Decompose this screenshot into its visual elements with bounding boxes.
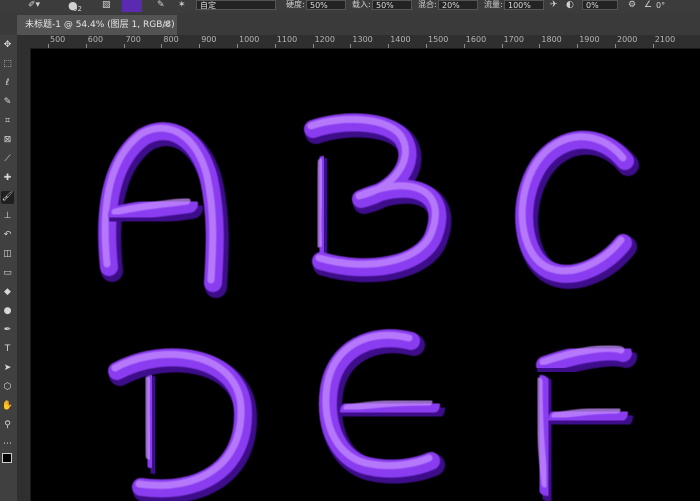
brush-tool-icon[interactable]: 🖌 xyxy=(1,191,14,204)
ruler-tick-label: 1100 xyxy=(276,35,298,44)
ruler-tick-mark xyxy=(539,44,541,48)
ruler-tick-mark xyxy=(237,44,238,48)
frame-tool-icon[interactable]: ⊠ xyxy=(1,134,14,147)
mix-field[interactable]: 20% xyxy=(438,0,478,10)
ruler-tick-label: 600 xyxy=(87,35,104,44)
toolbar: ✥ ⬚ ℓ ✎ ⌗ ⊠ ⟋ ✚ 🖌 ⊥ ↶ ◫ ▭ ◆ ● ✒ T ➤ ⬡ ✋ ⚲ ⋯ xyxy=(0,35,18,501)
pen-tool-icon[interactable]: ✒ xyxy=(1,324,14,337)
ruler-tick-label: 2100 xyxy=(654,35,676,44)
blur-tool-icon[interactable]: ◆ xyxy=(1,286,14,299)
ruler-tick-mark xyxy=(463,44,465,48)
ruler-tick-label: 900 xyxy=(201,35,217,44)
ruler-tick-label: 700 xyxy=(125,35,141,44)
foreground-color-swatch[interactable] xyxy=(2,453,12,463)
move-tool-icon[interactable]: ✥ xyxy=(1,39,14,52)
document-tab-bar: 未标题-1 @ 54.4% (图层 1, RGB/8) * × xyxy=(0,13,700,50)
flow-field[interactable]: 100% xyxy=(504,0,544,10)
letter-c-stroke xyxy=(515,130,639,289)
preset-select[interactable]: 自定 xyxy=(196,0,276,10)
document-tab[interactable]: 未标题-1 @ 54.4% (图层 1, RGB/8) * × xyxy=(17,15,177,50)
shape-tool-icon[interactable]: ⬡ xyxy=(1,381,14,394)
letter-b-segment xyxy=(314,158,325,248)
load-label: 载入: xyxy=(352,0,371,9)
angle-field[interactable]: 0% xyxy=(582,0,618,10)
ruler-tick-label: 1400 xyxy=(390,35,411,44)
ruler-tick-mark xyxy=(123,44,125,48)
ruler-tick-label: 800 xyxy=(163,35,179,44)
ruler-tick-label: 1600 xyxy=(465,35,487,44)
letter-d-stroke xyxy=(108,348,258,501)
path-select-tool-icon[interactable]: ➤ xyxy=(1,362,14,375)
ruler-tick-mark xyxy=(426,44,427,48)
ruler-tick-label: 500 xyxy=(50,35,66,44)
ruler-tick-mark xyxy=(388,44,390,48)
brush-options-icon[interactable]: ✐▾ xyxy=(28,0,40,13)
letter-a-stroke xyxy=(98,122,229,298)
ruler-tick-mark xyxy=(312,44,314,48)
ruler-tick-label: 1700 xyxy=(503,35,524,44)
brush-panel-icon[interactable]: ▧ xyxy=(102,0,111,13)
more-tools-icon[interactable]: ⋯ xyxy=(1,438,14,451)
lasso-tool-icon[interactable]: ℓ xyxy=(1,77,14,90)
quick-select-tool-icon[interactable]: ✎ xyxy=(1,96,14,109)
ruler-tick-mark xyxy=(615,44,616,48)
vertical-ruler xyxy=(17,48,31,501)
ruler-tick-label: 1200 xyxy=(314,35,335,44)
load-field[interactable]: 50% xyxy=(372,0,412,10)
type-tool-icon[interactable]: T xyxy=(1,343,14,356)
horizontal-ruler: 500 600 700 800 900 1000 1100 1200 1300 1400 1500 1… xyxy=(17,35,700,49)
hardness-label: 硬度: xyxy=(286,0,305,9)
brush-preset-thumbnail[interactable] xyxy=(122,0,142,12)
ruler-tick-mark xyxy=(274,44,276,48)
ruler-tick-label: 1500 xyxy=(428,35,449,44)
letter-f-stroke xyxy=(532,342,637,501)
ruler-tick-label: 1800 xyxy=(541,35,562,44)
eyedropper-tool-icon[interactable]: ⟋ xyxy=(1,153,14,166)
ruler-tick-mark xyxy=(48,44,49,48)
smoothing-icon[interactable]: ◐ xyxy=(566,0,574,13)
ruler-tick-label: 1000 xyxy=(239,35,260,44)
letter-e-stroke xyxy=(318,329,445,484)
document-canvas[interactable] xyxy=(31,49,700,501)
letter-d-segment xyxy=(142,376,153,460)
ruler-tick-mark xyxy=(199,44,201,48)
ruler-tick-mark xyxy=(577,44,579,48)
settings-brush-icon[interactable]: ✎ xyxy=(157,0,165,13)
gradient-tool-icon[interactable]: ▭ xyxy=(1,267,14,280)
letter-b-stroke xyxy=(304,113,452,283)
crop-tool-icon[interactable]: ⌗ xyxy=(1,115,14,128)
ruler-tick-mark xyxy=(161,44,163,48)
ruler-tick-mark xyxy=(350,44,352,48)
options-bar: ✐▾ ● 92 ▧ ✎ ✶ 自定 硬度: 50% 载入: 50% 混合: 20%… xyxy=(0,0,700,14)
eraser-tool-icon[interactable]: ◫ xyxy=(1,248,14,261)
zoom-tool-icon[interactable]: ⚲ xyxy=(1,419,14,432)
marquee-tool-icon[interactable]: ⬚ xyxy=(1,58,14,71)
history-brush-tool-icon[interactable]: ↶ xyxy=(1,229,14,242)
dodge-tool-icon[interactable]: ● xyxy=(1,305,14,318)
angle-icon[interactable]: ∠ xyxy=(644,0,652,13)
flow-label: 流量: xyxy=(484,0,503,9)
close-icon[interactable]: × xyxy=(163,15,171,35)
settings-gear-icon[interactable]: ⚙ xyxy=(628,0,636,13)
mix-label: 混合: xyxy=(418,0,437,9)
ruler-tick-label: 2000 xyxy=(617,35,638,44)
ruler-tick-label: 1300 xyxy=(352,35,373,44)
hand-tool-icon[interactable]: ✋ xyxy=(1,400,14,413)
hardness-field[interactable]: 50% xyxy=(306,0,346,10)
ruler-tick-mark xyxy=(652,44,654,48)
clean-brush-icon[interactable]: ✶ xyxy=(178,0,186,13)
ruler-tick-label: 1900 xyxy=(579,35,600,44)
letters-artwork xyxy=(98,113,639,501)
angle2-value[interactable]: 0° xyxy=(656,0,665,13)
ruler-tick-mark xyxy=(85,44,87,48)
airbrush-icon[interactable]: ✈ xyxy=(550,0,558,13)
healing-brush-tool-icon[interactable]: ✚ xyxy=(1,172,14,185)
clone-stamp-tool-icon[interactable]: ⊥ xyxy=(1,210,14,223)
ruler-tick-mark xyxy=(501,44,503,48)
